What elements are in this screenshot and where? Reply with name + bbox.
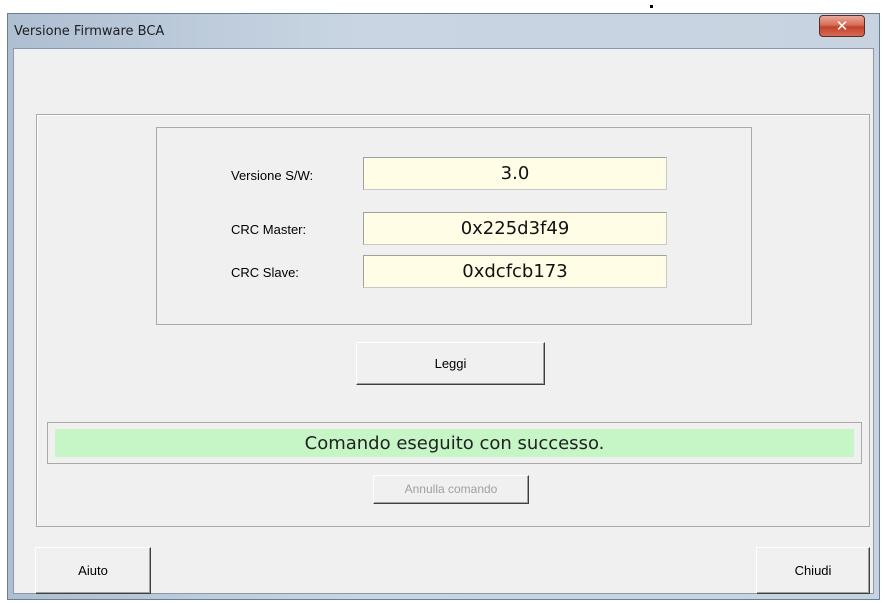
close-window-button[interactable]: ✕: [819, 15, 865, 37]
firmware-info-box: Versione S/W: 3.0 CRC Master: 0x225d3f49…: [156, 127, 752, 325]
status-message: Comando eseguito con successo.: [55, 429, 854, 457]
crc-master-label: CRC Master:: [231, 222, 307, 237]
window-title: Versione Firmware BCA: [14, 24, 165, 39]
title-bar[interactable]: Versione Firmware BCA ✕: [8, 14, 879, 48]
close-button[interactable]: Chiudi: [756, 547, 870, 594]
client-area: Versione S/W: 3.0 CRC Master: 0x225d3f49…: [13, 48, 874, 594]
cancel-command-button[interactable]: Annulla comando: [373, 475, 529, 504]
crc-slave-label: CRC Slave:: [231, 265, 299, 280]
close-icon: ✕: [835, 17, 849, 35]
crc-slave-field: 0xdcfcb173: [363, 255, 667, 288]
crc-master-field: 0x225d3f49: [363, 212, 667, 245]
status-frame: Comando eseguito con successo.: [47, 422, 862, 464]
help-button[interactable]: Aiuto: [35, 547, 151, 594]
dialog-window: Versione Firmware BCA ✕ Versione S/W: 3.…: [7, 13, 880, 600]
sw-version-label: Versione S/W:: [231, 168, 314, 183]
sw-version-field: 3.0: [363, 157, 667, 190]
stray-dot: [650, 5, 653, 8]
read-button[interactable]: Leggi: [356, 342, 545, 385]
